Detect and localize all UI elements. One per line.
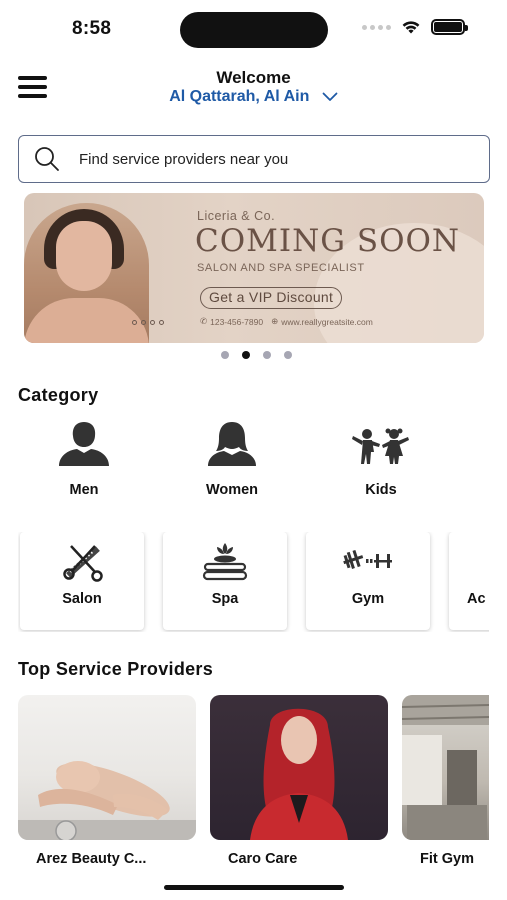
banner-brand: Liceria & Co. [197, 209, 276, 223]
pager-dot[interactable] [283, 351, 292, 359]
service-label: Spa [211, 591, 239, 607]
cellular-signal-icon [362, 24, 391, 30]
banner-model-image [24, 203, 149, 343]
battery-icon [431, 19, 468, 35]
category-list: Men Women Kids [0, 418, 507, 503]
provider-image [18, 695, 196, 840]
service-list[interactable]: Salon Spa Gym Ac [18, 532, 489, 632]
location-label: Al Qattarah, Al Ain [169, 88, 310, 105]
banner-title: COMING SOON [195, 223, 461, 259]
category-label: Men [69, 482, 99, 498]
woman-icon [208, 422, 256, 466]
banner-pager [0, 351, 507, 359]
home-indicator[interactable] [164, 885, 344, 890]
phone-icon: ✆ [200, 316, 208, 326]
search-input[interactable] [79, 150, 459, 168]
pager-dot-active[interactable] [241, 351, 250, 359]
service-label: Salon [62, 591, 102, 607]
banner-decor-dots [132, 320, 164, 325]
provider-card-fit-gym[interactable]: Fit Gym [402, 695, 489, 867]
banner-cta-button[interactable]: Get a VIP Discount [200, 287, 343, 309]
service-label: Ac [467, 591, 486, 607]
banner-phone: 123-456-7890 [210, 316, 264, 327]
dynamic-island [180, 12, 328, 48]
search-icon [35, 147, 59, 171]
spa-stones-icon [202, 543, 248, 581]
provider-card-caro-care[interactable]: Caro Care [210, 695, 388, 867]
search-bar[interactable] [18, 135, 490, 183]
provider-name: Caro Care [228, 851, 298, 867]
location-selector[interactable]: Al Qattarah, Al Ain [0, 88, 507, 106]
providers-section-title: Top Service Providers [18, 659, 214, 679]
scissors-comb-icon [63, 545, 103, 582]
service-label: Gym [351, 591, 385, 607]
status-time: 8:58 [72, 18, 112, 39]
category-item-men[interactable]: Men [24, 418, 144, 498]
provider-list[interactable]: Arez Beauty C... Caro Care Fit Gym [18, 695, 489, 870]
app-header: Welcome Al Qattarah, Al Ain [0, 60, 507, 120]
provider-image [210, 695, 388, 840]
category-section-title: Category [18, 385, 99, 405]
provider-name: Arez Beauty C... [36, 851, 147, 867]
service-card-salon[interactable]: Salon [20, 532, 144, 630]
service-card-gym[interactable]: Gym [306, 532, 430, 630]
service-card-spa[interactable]: Spa [163, 532, 287, 630]
pager-dot[interactable] [220, 351, 229, 359]
status-bar: 8:58 [0, 0, 507, 56]
globe-icon: ⊕ [271, 316, 279, 326]
banner-contact: ✆ 123-456-7890 ⊕ www.reallygreatsite.com [200, 316, 373, 327]
provider-name: Fit Gym [420, 851, 474, 867]
category-label: Women [205, 482, 259, 498]
category-item-kids[interactable]: Kids [321, 418, 441, 498]
category-label: Kids [365, 482, 397, 498]
service-card-ac[interactable]: Ac [449, 532, 489, 630]
promo-banner[interactable]: Liceria & Co. COMING SOON SALON AND SPA … [24, 193, 484, 343]
banner-subtitle: SALON AND SPA SPECIALIST [197, 262, 365, 274]
kids-icon [352, 428, 409, 464]
man-icon [59, 422, 109, 466]
wifi-icon [402, 21, 420, 34]
pager-dot[interactable] [262, 351, 271, 359]
dumbbell-icon [343, 549, 392, 569]
chevron-down-icon [322, 92, 338, 101]
page-title: Welcome [216, 68, 291, 87]
banner-website: www.reallygreatsite.com [281, 316, 373, 327]
provider-card-arez-beauty[interactable]: Arez Beauty C... [18, 695, 196, 867]
provider-image [402, 695, 489, 840]
category-item-women[interactable]: Women [172, 418, 292, 498]
status-icons [362, 19, 468, 35]
